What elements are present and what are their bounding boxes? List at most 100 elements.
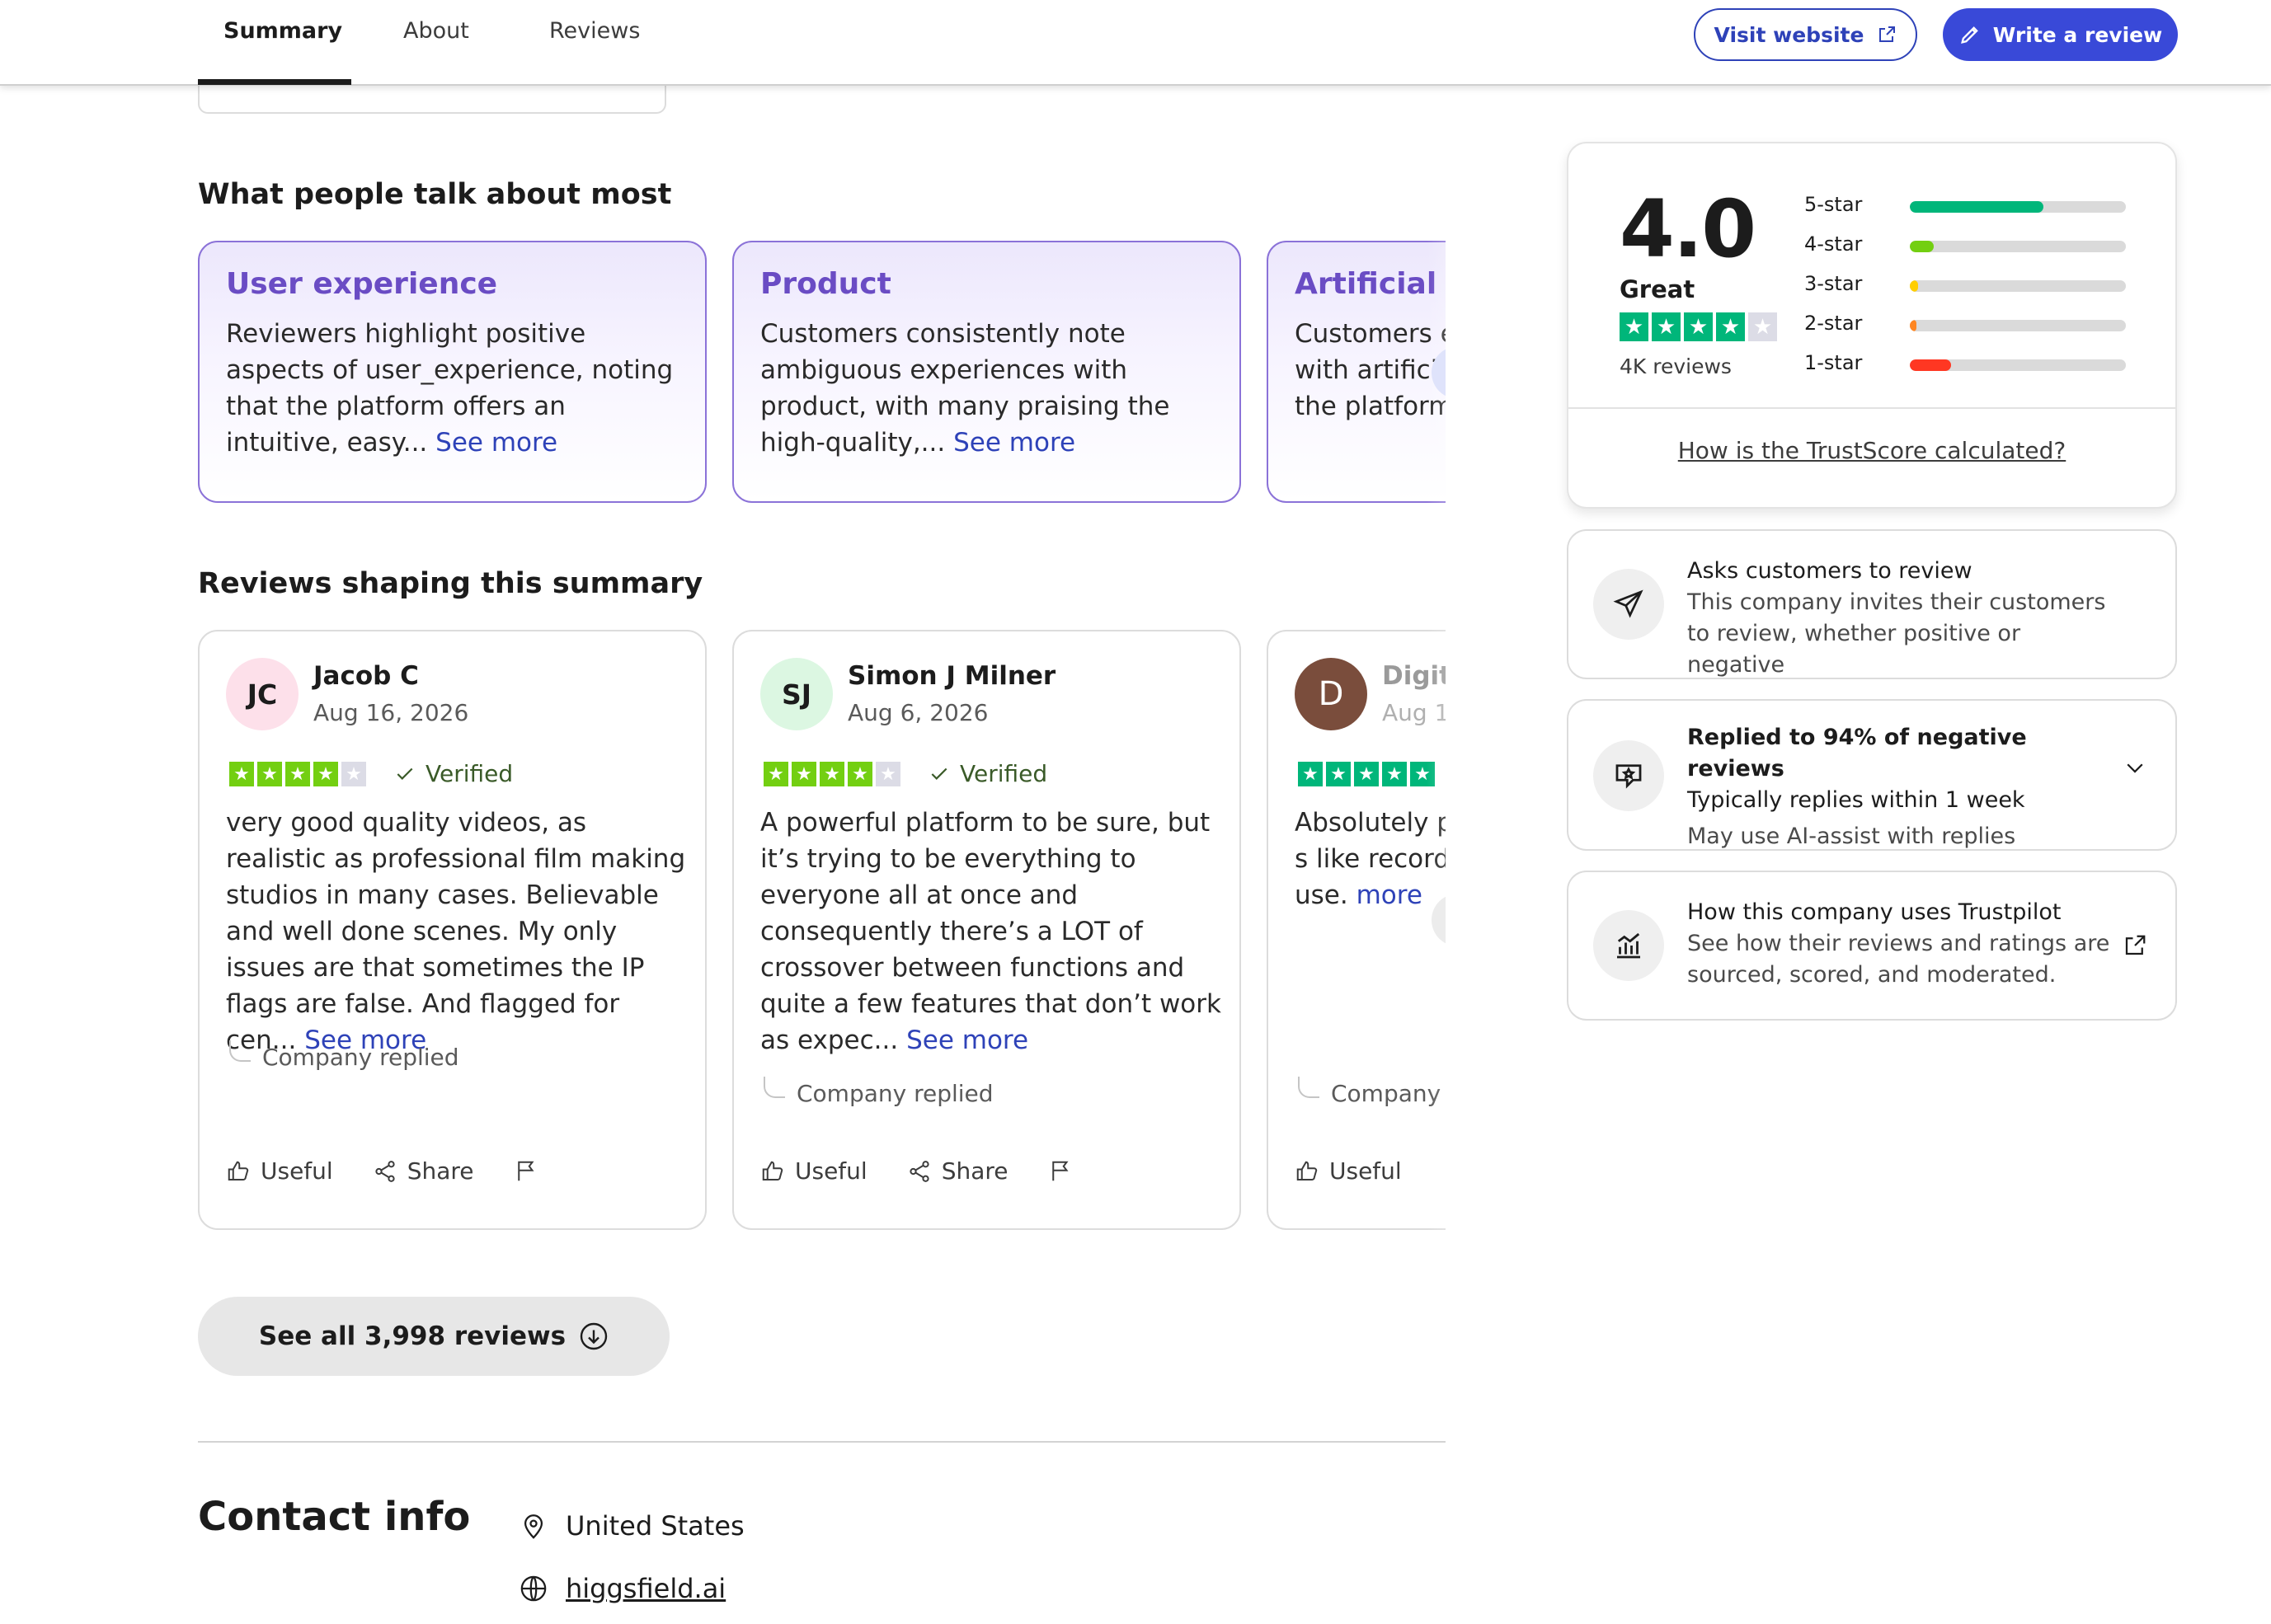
star-icon: ★ bbox=[341, 762, 366, 786]
star-icon: ★ bbox=[257, 762, 282, 786]
write-review-button[interactable]: Write a review bbox=[1943, 8, 2178, 61]
review-actions: Useful Share bbox=[760, 1157, 1073, 1185]
distribution-bar bbox=[1910, 359, 1951, 371]
distribution-label: 5-star bbox=[1804, 193, 1863, 216]
globe-icon bbox=[520, 1575, 547, 1602]
share-icon bbox=[910, 1160, 929, 1182]
useful-button[interactable]: Useful bbox=[760, 1157, 867, 1185]
report-button[interactable] bbox=[514, 1159, 538, 1184]
topic-card[interactable]: Product Customers consistently note ambi… bbox=[732, 241, 1241, 503]
external-link-icon bbox=[1879, 26, 1896, 42]
see-more-link[interactable]: See more bbox=[435, 428, 557, 458]
avatar: D bbox=[1295, 658, 1367, 730]
star-icon: ★ bbox=[313, 762, 338, 786]
info-card-asks-review: Asks customers to review This company in… bbox=[1567, 529, 2177, 679]
star-rating: ★ ★ ★ ★ ★ bbox=[764, 762, 900, 786]
see-more-link[interactable]: See more bbox=[953, 428, 1075, 458]
report-button[interactable] bbox=[1048, 1159, 1073, 1184]
check-icon bbox=[397, 767, 413, 780]
reviews-heading: Reviews shaping this summary bbox=[198, 567, 703, 600]
thumbs-up-icon bbox=[228, 1161, 249, 1180]
distribution-label: 3-star bbox=[1804, 272, 1863, 295]
tab-summary[interactable]: Summary bbox=[223, 18, 342, 44]
reviewer-name[interactable]: Jacob C bbox=[313, 661, 419, 691]
distribution-label: 1-star bbox=[1804, 351, 1863, 374]
see-all-label: See all 3,998 reviews bbox=[258, 1321, 567, 1351]
review-text: very good quality videos, as realistic a… bbox=[226, 808, 686, 1055]
avatar: SJ bbox=[760, 658, 833, 730]
review-count: 4K reviews bbox=[1620, 354, 1732, 378]
info-title: Asks customers to review bbox=[1687, 558, 1972, 584]
share-button[interactable]: Share bbox=[907, 1157, 1009, 1185]
star-icon: ★ bbox=[1748, 312, 1777, 341]
reviews-carousel: JC Jacob C Aug 16, 2026 ★ ★ ★ ★ ★ Verified v… bbox=[198, 630, 1446, 1232]
website-link[interactable]: higgsfield.ai bbox=[566, 1573, 726, 1604]
info-title: Replied to 94% of negative reviews bbox=[1687, 725, 2027, 781]
distribution-bar bbox=[1910, 320, 1916, 331]
write-review-label: Write a review bbox=[1992, 22, 2163, 47]
info-note: May use AI-assist with replies bbox=[1687, 824, 2016, 849]
top-nav: Summary About Reviews Visit website Writ… bbox=[0, 0, 2271, 86]
star-icon: ★ bbox=[1716, 312, 1745, 341]
review-card[interactable]: SJ Simon J Milner Aug 6, 2026 ★ ★ ★ ★ ★ Veri… bbox=[732, 630, 1241, 1230]
topic-title: Artificial intelligence bbox=[1295, 267, 1446, 301]
card-divider bbox=[1568, 407, 2175, 409]
rating-distribution: 5-star 4-star 3-star 2-star 1-star bbox=[1804, 193, 2134, 391]
review-actions: Useful Share bbox=[226, 1157, 538, 1185]
trustscore-info-link[interactable]: How is the TrustScore calculated? bbox=[1568, 437, 2175, 464]
visit-website-button[interactable]: Visit website bbox=[1694, 8, 1917, 61]
info-card-replies[interactable]: Replied to 94% of negative reviews Typic… bbox=[1567, 699, 2177, 851]
company-replied[interactable]: Company replied bbox=[229, 1040, 459, 1071]
topic-card[interactable]: Artificial intelligence Customers expres… bbox=[1267, 241, 1446, 503]
info-subtitle: See how their reviews and ratings are so… bbox=[1687, 931, 2110, 988]
star-icon: ★ bbox=[764, 762, 788, 786]
useful-button[interactable]: Useful bbox=[1295, 1157, 1402, 1185]
chevron-down-icon[interactable] bbox=[2123, 755, 2147, 783]
visit-website-label: Visit website bbox=[1714, 22, 1864, 47]
topic-card[interactable]: User experience Reviewers highlight posi… bbox=[198, 241, 707, 503]
star-icon: ★ bbox=[1652, 312, 1681, 341]
info-card-how-uses[interactable]: How this company uses Trustpilot See how… bbox=[1567, 871, 2177, 1021]
info-subtitle: Typically replies within 1 week bbox=[1687, 787, 2025, 813]
useful-button[interactable]: Useful bbox=[226, 1157, 333, 1185]
distribution-row[interactable]: 4-star bbox=[1804, 232, 2134, 272]
star-icon: ★ bbox=[792, 762, 816, 786]
avatar: JC bbox=[226, 658, 299, 730]
speech-bubble-star-icon bbox=[1593, 740, 1664, 811]
see-more-link[interactable]: See more bbox=[906, 1026, 1028, 1055]
company-replied[interactable]: Company replied bbox=[1298, 1076, 1446, 1107]
star-icon: ★ bbox=[285, 762, 310, 786]
star-icon: ★ bbox=[229, 762, 254, 786]
location-pin-icon bbox=[524, 1514, 543, 1539]
reply-connector-icon bbox=[764, 1076, 785, 1098]
info-subtitle: This company invites their customers to … bbox=[1687, 589, 2106, 678]
share-button[interactable]: Share bbox=[373, 1157, 474, 1185]
reviewer-name[interactable]: Simon J Milner bbox=[848, 661, 1056, 691]
topic-text: Reviewers highlight positive aspects of … bbox=[226, 319, 674, 458]
distribution-row[interactable]: 1-star bbox=[1804, 351, 2134, 391]
topic-text: Customers express satisfaction with arti… bbox=[1295, 319, 1446, 421]
topics-carousel: User experience Reviewers highlight posi… bbox=[198, 241, 1446, 505]
see-all-reviews-button[interactable]: See all 3,998 reviews bbox=[198, 1297, 670, 1376]
active-tab-indicator bbox=[198, 79, 351, 85]
star-rating: ★ ★ ★ ★ ★ bbox=[1298, 762, 1435, 786]
company-replied[interactable]: Company replied bbox=[764, 1076, 994, 1107]
distribution-row[interactable]: 5-star bbox=[1804, 193, 2134, 232]
review-text: Absolutely p thing I dont especially, s … bbox=[1295, 808, 1446, 910]
verified-badge: Verified bbox=[394, 760, 513, 787]
tab-about[interactable]: About bbox=[403, 18, 469, 44]
see-more-link[interactable]: more bbox=[1356, 880, 1422, 910]
tab-reviews[interactable]: Reviews bbox=[549, 18, 640, 44]
trustscore-card: 4.0 Great ★ ★ ★ ★ ★ 4K reviews 5-star 4-star… bbox=[1567, 142, 2177, 509]
star-icon: ★ bbox=[1620, 312, 1648, 341]
distribution-bar bbox=[1910, 201, 2044, 213]
star-rating: ★ ★ ★ ★ ★ bbox=[229, 762, 366, 786]
external-link-icon[interactable] bbox=[2123, 933, 2147, 961]
thumbs-up-icon bbox=[762, 1161, 783, 1180]
star-icon: ★ bbox=[1326, 762, 1351, 786]
review-card[interactable]: D Digit Aug 1 ★★★★★ Absolutely p thing I… bbox=[1267, 630, 1446, 1230]
review-card[interactable]: JC Jacob C Aug 16, 2026 ★ ★ ★ ★ ★ Verified v… bbox=[198, 630, 707, 1230]
distribution-row[interactable]: 2-star bbox=[1804, 312, 2134, 351]
thumbs-up-icon bbox=[1296, 1161, 1318, 1180]
distribution-row[interactable]: 3-star bbox=[1804, 272, 2134, 312]
